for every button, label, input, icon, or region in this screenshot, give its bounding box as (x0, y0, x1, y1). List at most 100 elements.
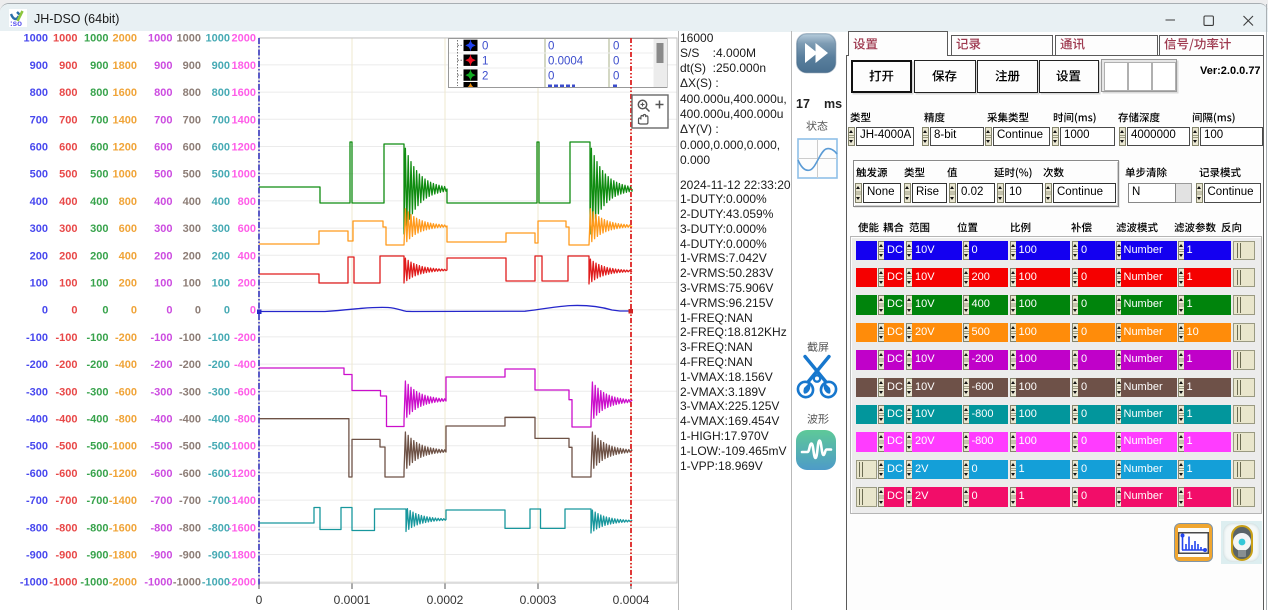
svg-text:-900: -900 (55, 550, 77, 562)
svg-text:-600: -600 (179, 468, 201, 480)
svg-text:0: 0 (613, 55, 619, 67)
svg-text:-1000: -1000 (49, 577, 77, 589)
svg-text:-700: -700 (55, 495, 77, 507)
svg-text:300: 300 (183, 223, 201, 235)
svg-text:1000: 1000 (206, 33, 230, 45)
svg-text:-400: -400 (179, 414, 201, 426)
svg-text:-400: -400 (86, 414, 108, 426)
svg-text:100: 100 (30, 278, 48, 290)
svg-text:-700: -700 (86, 495, 108, 507)
svg-text:-800: -800 (208, 522, 230, 534)
svg-text:100: 100 (154, 278, 172, 290)
svg-text:-500: -500 (208, 441, 230, 453)
svg-text:-1000: -1000 (202, 577, 230, 589)
svg-text:0: 0 (482, 41, 488, 53)
svg-text:600: 600 (183, 142, 201, 154)
svg-text:-1200: -1200 (228, 468, 256, 480)
svg-text:400: 400 (90, 196, 108, 208)
svg-text:-900: -900 (179, 550, 201, 562)
svg-text:100: 100 (59, 278, 77, 290)
svg-text:300: 300 (59, 223, 77, 235)
svg-text:-800: -800 (115, 414, 137, 426)
svg-text:-100: -100 (208, 332, 230, 344)
svg-text:700: 700 (212, 114, 230, 126)
svg-text:1800: 1800 (232, 60, 256, 72)
svg-text:500: 500 (212, 169, 230, 181)
svg-text:1000: 1000 (148, 33, 172, 45)
svg-text:1200: 1200 (232, 142, 256, 154)
svg-text:-600: -600 (26, 468, 48, 480)
svg-text:-900: -900 (86, 550, 108, 562)
svg-text:0: 0 (195, 305, 201, 317)
svg-text:200: 200 (59, 250, 77, 262)
svg-text:800: 800 (30, 87, 48, 99)
svg-text:600: 600 (238, 223, 256, 235)
svg-text:500: 500 (183, 169, 201, 181)
svg-text:200: 200 (90, 250, 108, 262)
svg-text:-800: -800 (26, 522, 48, 534)
svg-text:-600: -600 (234, 386, 256, 398)
svg-text:0: 0 (548, 70, 554, 82)
svg-text:-700: -700 (26, 495, 48, 507)
svg-text:400: 400 (183, 196, 201, 208)
svg-text:-400: -400 (208, 414, 230, 426)
svg-text:300: 300 (90, 223, 108, 235)
svg-text:-600: -600 (150, 468, 172, 480)
svg-text:-700: -700 (179, 495, 201, 507)
svg-text:400: 400 (59, 196, 77, 208)
svg-text:-500: -500 (86, 441, 108, 453)
svg-text:-500: -500 (55, 441, 77, 453)
svg-text:900: 900 (59, 60, 77, 72)
svg-text:0: 0 (548, 41, 554, 53)
svg-text:-200: -200 (208, 359, 230, 371)
svg-text:-600: -600 (86, 468, 108, 480)
svg-text:1600: 1600 (232, 87, 256, 99)
svg-text:-300: -300 (150, 386, 172, 398)
svg-text:1: 1 (482, 55, 488, 67)
svg-text:400: 400 (154, 196, 172, 208)
svg-text:-300: -300 (26, 386, 48, 398)
svg-text:-1400: -1400 (109, 495, 137, 507)
svg-text:-600: -600 (55, 468, 77, 480)
svg-text:-100: -100 (179, 332, 201, 344)
svg-text:200: 200 (154, 250, 172, 262)
svg-text:300: 300 (154, 223, 172, 235)
svg-text:-300: -300 (179, 386, 201, 398)
svg-text:700: 700 (59, 114, 77, 126)
svg-text:-300: -300 (208, 386, 230, 398)
svg-text:-1800: -1800 (109, 550, 137, 562)
svg-text:-300: -300 (55, 386, 77, 398)
svg-text:900: 900 (90, 60, 108, 72)
svg-text:900: 900 (183, 60, 201, 72)
svg-text:-900: -900 (208, 550, 230, 562)
svg-text:600: 600 (212, 142, 230, 154)
svg-text:200: 200 (212, 250, 230, 262)
svg-text:500: 500 (154, 169, 172, 181)
svg-text:0.0004: 0.0004 (613, 593, 650, 607)
svg-text:-200: -200 (150, 359, 172, 371)
svg-text:-1000: -1000 (80, 577, 108, 589)
svg-text:-500: -500 (150, 441, 172, 453)
svg-text:-1000: -1000 (228, 441, 256, 453)
svg-text:0.0001: 0.0001 (334, 593, 371, 607)
svg-text:200: 200 (30, 250, 48, 262)
svg-text:-400: -400 (234, 359, 256, 371)
svg-text:200: 200 (119, 278, 137, 290)
svg-text:1400: 1400 (113, 114, 137, 126)
svg-text:1000: 1000 (84, 33, 108, 45)
svg-text:900: 900 (30, 60, 48, 72)
svg-text:-1000: -1000 (144, 577, 172, 589)
svg-text:-800: -800 (55, 522, 77, 534)
svg-text:100: 100 (212, 278, 230, 290)
svg-text:-1000: -1000 (173, 577, 201, 589)
svg-text:-2000: -2000 (228, 577, 256, 589)
svg-text:400: 400 (238, 250, 256, 262)
svg-text:-900: -900 (26, 550, 48, 562)
svg-text:1800: 1800 (113, 60, 137, 72)
svg-text:400: 400 (212, 196, 230, 208)
svg-text:0: 0 (131, 305, 137, 317)
svg-text:2: 2 (482, 70, 488, 82)
svg-text:500: 500 (59, 169, 77, 181)
svg-text:300: 300 (30, 223, 48, 235)
svg-text:200: 200 (183, 250, 201, 262)
